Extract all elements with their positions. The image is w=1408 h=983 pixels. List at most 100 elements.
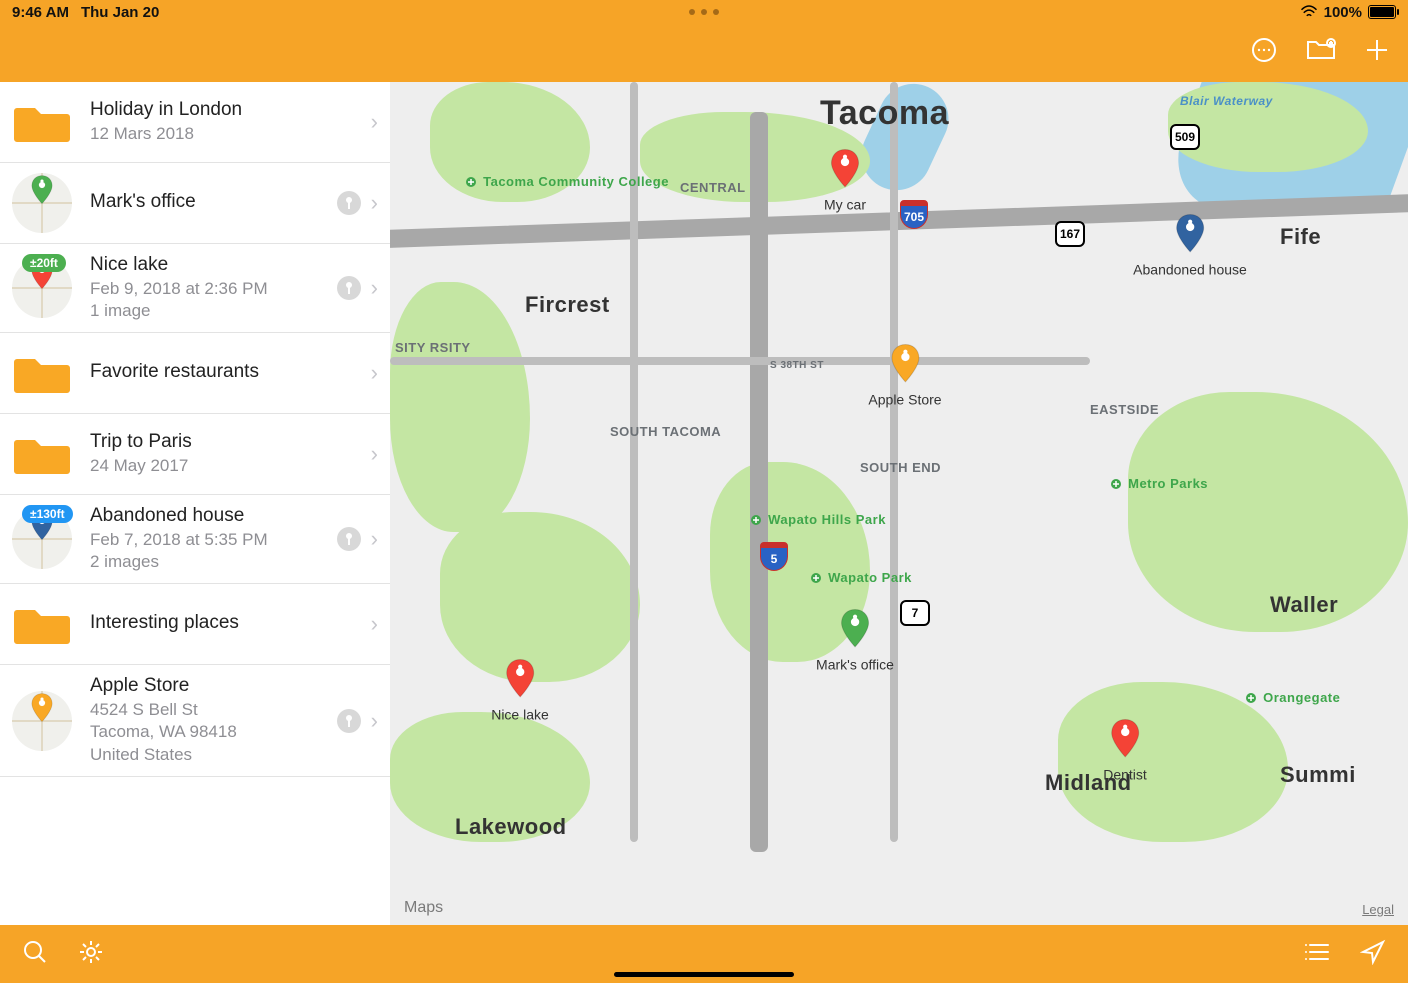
map-pin-label: Apple Store (868, 391, 941, 407)
map-label: CENTRAL (680, 180, 746, 195)
item-title: Favorite restaurants (90, 361, 365, 383)
map-pin[interactable]: Dentist (1103, 717, 1147, 782)
battery-percent: 100% (1324, 4, 1362, 21)
settings-button[interactable] (78, 939, 104, 970)
map-pin-label: Dentist (1103, 766, 1147, 782)
folder-icon (12, 424, 72, 484)
item-title: Nice lake (90, 254, 337, 276)
chevron-right-icon: › (371, 190, 378, 216)
item-title: Interesting places (90, 612, 365, 634)
item-title: Holiday in London (90, 99, 365, 121)
chevron-right-icon: › (371, 275, 378, 301)
multitask-dots-icon[interactable] (689, 9, 719, 15)
nav-bar (0, 24, 1408, 83)
item-address: United States (90, 744, 337, 766)
list-item[interactable]: ±130ft Abandoned house Feb 7, 2018 at 5:… (0, 495, 390, 584)
chevron-right-icon: › (371, 526, 378, 552)
map-label: sity rsity (395, 340, 471, 355)
map-label: SOUTH TACOMA (610, 424, 721, 439)
pin-indicator-icon (337, 709, 361, 733)
search-button[interactable] (22, 939, 48, 970)
place-thumbnail (12, 173, 72, 233)
status-bar: 9:46 AM Thu Jan 20 100% (0, 0, 1408, 24)
place-thumbnail: ±130ft (12, 509, 72, 569)
folder-icon (12, 594, 72, 654)
item-address: Tacoma, WA 98418 (90, 721, 337, 743)
list-item[interactable]: Favorite restaurants › (0, 333, 390, 414)
locate-me-button[interactable] (1360, 939, 1386, 970)
accuracy-badge: ±20ft (22, 254, 66, 272)
place-thumbnail: ±20ft (12, 258, 72, 318)
map-label: SOUTH END (860, 460, 941, 475)
list-view-button[interactable] (1304, 941, 1330, 968)
highway-shield: 5 (760, 542, 788, 571)
pin-indicator-icon (337, 527, 361, 551)
chevron-right-icon: › (371, 109, 378, 135)
map-pin-label: Mark's office (816, 656, 894, 672)
item-address: 4524 S Bell St (90, 699, 337, 721)
item-meta: 2 images (90, 551, 337, 573)
chevron-right-icon: › (371, 441, 378, 467)
map-city-label: Tacoma (820, 94, 949, 133)
map-attribution: Maps (404, 899, 443, 917)
pin-indicator-icon (337, 191, 361, 215)
map-label: Tacoma Community College (465, 174, 669, 189)
status-time: 9:46 AM (12, 4, 69, 21)
list-item[interactable]: Apple Store 4524 S Bell StTacoma, WA 984… (0, 665, 390, 776)
map-label: Fife (1280, 224, 1321, 250)
map-label: Metro Parks (1110, 476, 1208, 491)
map-view[interactable]: Tacoma CENTRAL Tacoma Community College F… (390, 82, 1408, 925)
highway-shield: 7 (900, 600, 930, 626)
list-item[interactable]: Holiday in London 12 Mars 2018 › (0, 82, 390, 163)
map-legal-link[interactable]: Legal (1362, 902, 1394, 917)
chevron-right-icon: › (371, 611, 378, 637)
home-indicator[interactable] (614, 972, 794, 977)
highway-shield: 509 (1170, 124, 1200, 150)
map-label: Wapato Park (810, 570, 912, 585)
chevron-right-icon: › (371, 360, 378, 386)
map-pin-label: Abandoned house (1133, 261, 1247, 277)
map-label: Wapato Hills Park (750, 512, 886, 527)
map-pin-label: My car (824, 196, 866, 212)
map-pin-label: Nice lake (491, 706, 549, 722)
map-pin[interactable]: Mark's office (816, 607, 894, 672)
folder-icon (12, 343, 72, 403)
item-subtitle: Feb 9, 2018 at 2:36 PM (90, 278, 337, 300)
battery-icon (1368, 5, 1396, 19)
status-date: Thu Jan 20 (81, 4, 159, 21)
add-button[interactable] (1364, 37, 1390, 68)
item-meta: 1 image (90, 300, 337, 322)
item-title: Trip to Paris (90, 431, 365, 453)
map-label: Orangegate (1245, 690, 1340, 705)
map-label: Summi (1280, 762, 1356, 788)
pin-indicator-icon (337, 276, 361, 300)
more-options-button[interactable] (1250, 36, 1278, 69)
wifi-icon (1300, 5, 1318, 19)
item-subtitle: Feb 7, 2018 at 5:35 PM (90, 529, 337, 551)
list-item[interactable]: ±20ft Nice lake Feb 9, 2018 at 2:36 PM1 … (0, 244, 390, 333)
map-pin[interactable]: Nice lake (491, 657, 549, 722)
map-pin[interactable]: Apple Store (868, 342, 941, 407)
item-subtitle: 12 Mars 2018 (90, 123, 365, 145)
chevron-right-icon: › (371, 708, 378, 734)
list-item[interactable]: Trip to Paris 24 May 2017 › (0, 414, 390, 495)
list-item[interactable]: Interesting places › (0, 584, 390, 665)
item-title: Mark's office (90, 191, 337, 213)
list-item[interactable]: Mark's office › (0, 163, 390, 244)
map-label: Fircrest (525, 292, 610, 318)
map-label: Waller (1270, 592, 1338, 618)
item-subtitle: 24 May 2017 (90, 455, 365, 477)
map-label: Blair Waterway (1180, 94, 1273, 108)
map-label: S 38TH ST (770, 360, 824, 371)
bottom-toolbar (0, 925, 1408, 983)
item-title: Abandoned house (90, 505, 337, 527)
highway-shield: 705 (900, 200, 928, 229)
map-label: Lakewood (455, 814, 567, 840)
highway-shield: 167 (1055, 221, 1085, 247)
new-folder-button[interactable] (1306, 38, 1336, 67)
places-sidebar[interactable]: Holiday in London 12 Mars 2018 › Mark's … (0, 82, 391, 925)
map-background (390, 82, 1408, 925)
map-pin[interactable]: Abandoned house (1133, 212, 1247, 277)
map-pin[interactable]: My car (824, 147, 866, 212)
accuracy-badge: ±130ft (22, 505, 73, 523)
